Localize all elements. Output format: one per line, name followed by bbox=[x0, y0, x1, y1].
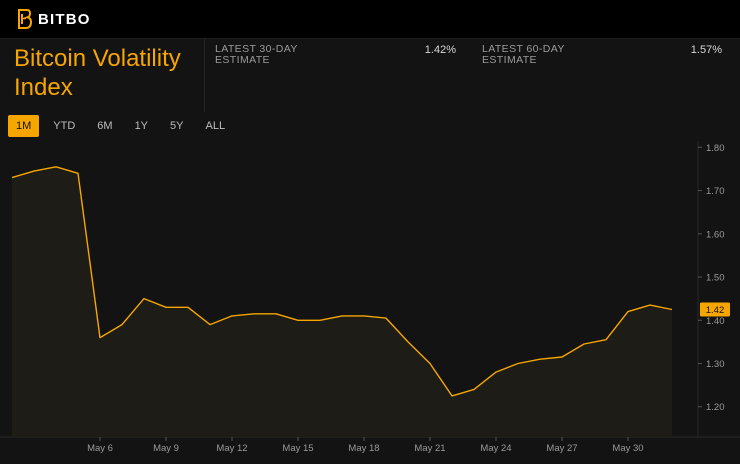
x-tick-label: May 12 bbox=[216, 443, 247, 454]
brand-logo[interactable]: BITBO bbox=[16, 9, 91, 29]
range-button-5y[interactable]: 5Y bbox=[162, 115, 191, 137]
x-tick-label: May 9 bbox=[153, 443, 179, 454]
y-tick-label: 1.50 bbox=[706, 273, 725, 284]
estimate-60-value: 1.57% bbox=[690, 44, 722, 56]
range-button-6m[interactable]: 6M bbox=[89, 115, 120, 137]
estimate-30-label: LATEST 30-DAY ESTIMATE bbox=[215, 43, 298, 66]
y-tick-label: 1.60 bbox=[706, 229, 725, 240]
y-tick-label: 1.70 bbox=[706, 186, 725, 197]
range-button-all[interactable]: ALL bbox=[198, 115, 234, 137]
x-tick-label: May 18 bbox=[348, 443, 379, 454]
brand-name: BITBO bbox=[38, 10, 91, 28]
range-button-ytd[interactable]: YTD bbox=[45, 115, 83, 137]
header-divider bbox=[204, 38, 205, 112]
range-button-1y[interactable]: 1Y bbox=[127, 115, 156, 137]
y-tick-label: 1.80 bbox=[706, 143, 725, 154]
y-tick-label: 1.40 bbox=[706, 316, 725, 327]
range-selector: 1M YTD 6M 1Y 5Y ALL bbox=[8, 115, 239, 137]
estimate-60-label: LATEST 60-DAY ESTIMATE bbox=[482, 43, 565, 66]
volatility-chart: 1.80 1.70 1.60 1.50 1.40 1.30 1.20 May 6 May 9 Ma… bbox=[0, 141, 740, 464]
x-tick-label: May 15 bbox=[282, 443, 313, 454]
x-tick-label: May 21 bbox=[414, 443, 445, 454]
last-value-label: 1.42 bbox=[706, 305, 725, 316]
y-tick-label: 1.20 bbox=[706, 402, 725, 413]
bitbo-logo-icon bbox=[18, 9, 32, 29]
estimate-30-value: 1.42% bbox=[424, 44, 456, 56]
page-title: Bitcoin Volatility Index bbox=[14, 45, 181, 101]
volatility-chart-svg: 1.80 1.70 1.60 1.50 1.40 1.30 1.20 May 6 May 9 Ma… bbox=[0, 141, 740, 464]
top-bar: BITBO bbox=[0, 0, 740, 39]
x-tick-label: May 27 bbox=[546, 443, 577, 454]
x-tick-label: May 24 bbox=[480, 443, 511, 454]
x-tick-label: May 30 bbox=[612, 443, 643, 454]
y-tick-label: 1.30 bbox=[706, 359, 725, 370]
x-tick-label: May 6 bbox=[87, 443, 113, 454]
range-button-1m[interactable]: 1M bbox=[8, 115, 40, 137]
